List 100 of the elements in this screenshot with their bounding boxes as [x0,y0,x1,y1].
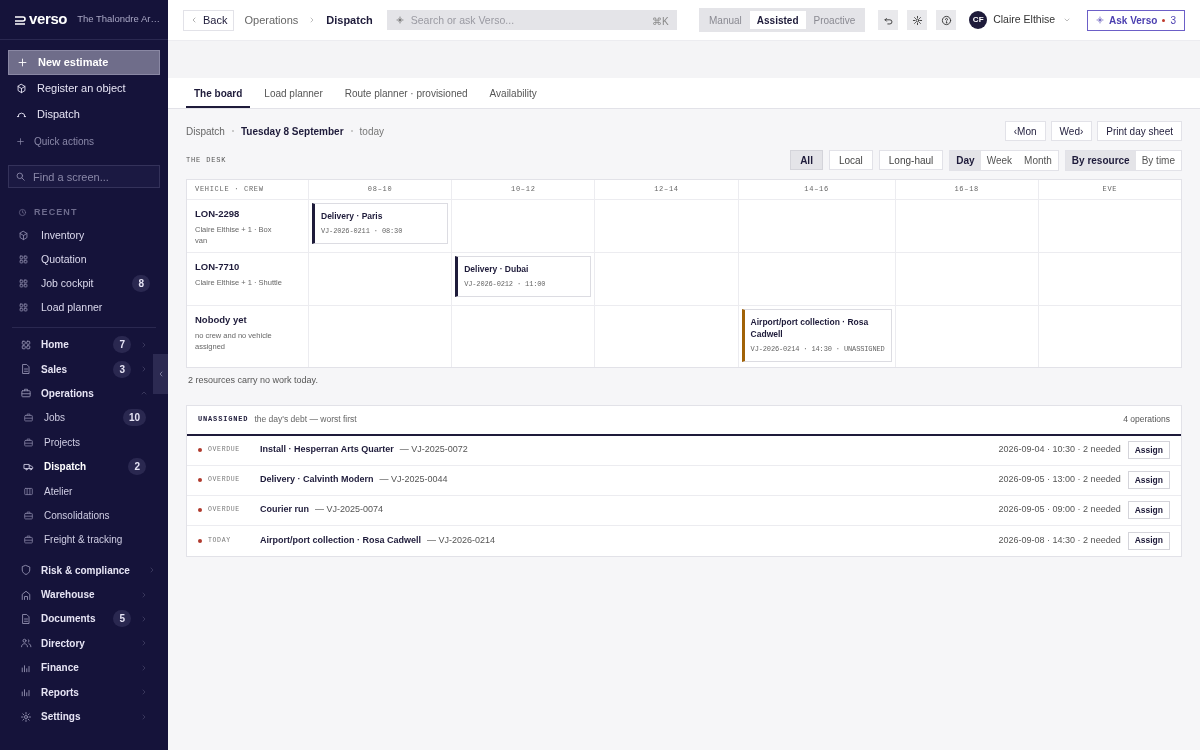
tab[interactable]: Availability [481,81,545,108]
nav-subitem[interactable]: Atelier [20,478,148,504]
user-menu[interactable]: Claire Elthise [993,12,1072,28]
nav-item[interactable]: Risk & compliance [20,558,148,583]
assign-button[interactable]: Assign [1127,531,1170,550]
cube-icon [16,83,27,94]
date-label: Tuesday 8 September [240,124,344,139]
day-nav-button[interactable]: Print day sheet [1097,121,1182,141]
briefcase-icon [23,412,34,424]
day-nav-button[interactable]: ‹Mon [1004,121,1046,141]
recent-item[interactable]: Job cockpit 8 [18,271,150,296]
quick-action[interactable]: New estimate [8,50,160,75]
operation-title: Courier run [260,503,309,517]
avatar[interactable]: CF [969,11,988,29]
ask-button[interactable]: Ask Verso 3 [1087,9,1185,31]
job-title: Delivery · Dubai [464,263,530,275]
nav-item[interactable]: Finance [20,655,148,680]
nav-item[interactable]: Sales 3 [20,356,148,382]
recent-item[interactable]: Quotation [18,247,150,272]
operation-title: Airport/port collection · Rosa Cadwell [260,533,421,547]
filter-chip[interactable]: Local [828,150,873,170]
help-icon [940,14,952,26]
help-button[interactable] [936,10,957,30]
assign-button[interactable]: Assign [1127,501,1170,519]
quick-action[interactable]: Register an object [8,76,160,101]
count-badge: 2 [128,458,146,476]
nav-item[interactable]: Operations [20,381,148,406]
nav-item[interactable]: Directory [20,631,148,656]
segment-option[interactable]: By resource [1065,150,1136,170]
nav-item[interactable]: Settings [20,704,148,729]
sparkle-icon [395,16,404,24]
chevron-right-icon [140,712,148,721]
operation-schedule: 2026-09-05 · 13:00 · 2 needed [998,473,1121,487]
count-badge: 5 [113,610,131,628]
search-field[interactable]: Find a screen... [8,165,160,188]
nav-item[interactable]: Reports [20,679,148,705]
section-caption: the day's debt — worst first [254,413,357,426]
settings-icon [20,710,32,723]
undo-button[interactable] [878,10,899,30]
quick-actions-link[interactable]: Quick actions [16,132,152,150]
grid-icon [20,338,32,351]
house-icon [20,588,32,601]
resource-name: LON-7710 [195,260,241,274]
resource-name: LON-2298 [195,207,241,221]
recent-item[interactable]: Load planner [18,295,150,320]
segment-option[interactable]: Week [980,150,1019,170]
nav-item[interactable]: Documents 5 [20,606,148,632]
filter-chip[interactable]: Long-haul [878,150,944,170]
settings-button[interactable] [907,10,928,30]
nav-subitem[interactable]: Jobs 10 [20,405,148,431]
segment-option[interactable]: By time [1135,150,1181,170]
segment-option[interactable]: Month [1018,150,1058,170]
mode-option[interactable]: Assisted [749,11,806,29]
breadcrumb-link[interactable]: Dispatch [322,11,377,29]
assign-button[interactable]: Assign [1127,471,1170,489]
nav-subitem[interactable]: Dispatch 2 [20,454,148,479]
day-nav-button[interactable]: Wed› [1050,121,1093,141]
nav-item[interactable]: Warehouse [20,582,148,607]
nav-subitem[interactable]: Consolidations [20,503,148,528]
grid-icon [18,278,29,289]
operation-reference: — VJ-2025-0072 [399,443,468,457]
grid-icon [18,254,29,265]
sparkle-icon [1096,16,1105,24]
recent-item[interactable]: Inventory [18,223,150,248]
plus-icon [16,136,25,146]
chevron-right-icon [140,590,148,599]
operation-schedule: 2026-09-04 · 10:30 · 2 needed [998,443,1121,457]
filter-chip[interactable]: All [790,150,823,170]
chevron-left-icon [190,16,198,24]
nav-subitem[interactable]: Projects [20,430,148,455]
operation-reference: — VJ-2025-0044 [379,473,448,487]
logo[interactable]: verso [14,8,68,31]
briefcase-icon [23,436,34,448]
tab[interactable]: Load planner [256,81,331,108]
bar-chart-icon [20,686,32,699]
tab[interactable]: Route planner · provisioned [336,81,476,108]
breadcrumb-text: Dispatch [186,124,225,139]
chevron-right-icon [140,615,148,623]
grid-icon [18,302,29,313]
document-icon [20,363,32,376]
assign-button[interactable]: Assign [1127,441,1170,459]
shortcut-hint: ⌘K [652,15,669,29]
operation-reference: — VJ-2025-0074 [315,503,384,517]
resource-name: Nobody yet [195,313,248,327]
tab[interactable]: The board [186,81,251,108]
nav-subitem[interactable]: Freight & tracking [20,527,148,552]
nav-item[interactable]: Home 7 [20,332,148,357]
cube-icon [18,230,29,241]
chevron-down-icon [1063,16,1072,24]
briefcase-icon [20,387,32,400]
quick-action[interactable]: Dispatch [8,102,160,127]
count-badge: 7 [113,336,131,354]
count-badge: 8 [132,275,150,292]
plus-icon [17,57,28,68]
operation-title: Install · Hesperran Arts Quarter [260,443,394,457]
back-button[interactable]: Back [183,9,235,31]
breadcrumb-link[interactable]: Operations [240,11,303,29]
truck-icon [23,461,34,473]
chevron-right-icon [140,365,148,374]
segment-option[interactable]: Day [950,150,981,170]
